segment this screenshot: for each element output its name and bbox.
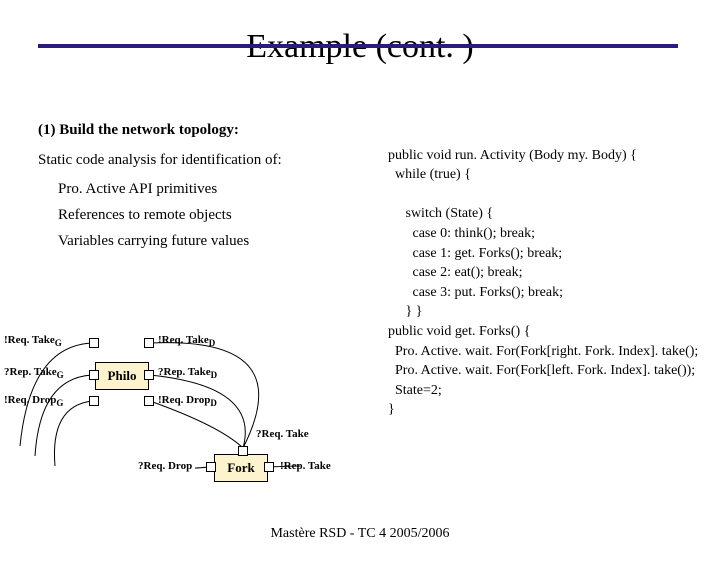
fork-node: Fork [214,454,268,482]
code-line: Pro. Active. wait. For(Fork[left. Fork. … [388,363,695,378]
code-line: case 0: think(); break; [388,226,535,241]
code-line: while (true) { [388,167,471,182]
label-req-take-g: !Req. TakeG [4,334,62,348]
step-heading: (1) Build the network topology: [38,120,368,140]
label-req-take-d: !Req. TakeD [158,334,215,348]
code-line: State=2; [388,383,442,398]
philo-node: Philo [95,362,149,390]
code-line: } [388,402,395,417]
label-req-take: ?Req. Take [256,428,309,440]
bullet-api: Pro. Active API primitives [58,179,368,199]
topology-diagram: Philo Fork !Req. TakeG ?Rep. TakeG !Req.… [0,306,360,496]
code-line: case 1: get. Forks(); break; [388,246,562,261]
port [89,338,99,348]
bullet-refs: References to remote objects [58,205,368,225]
analysis-line: Static code analysis for identification … [38,150,368,170]
header-accent-bar [38,44,678,48]
port [144,370,154,380]
label-rep-take: !Rep. Take [280,460,331,472]
port [206,462,216,472]
code-line: } } [388,304,422,319]
label-rep-take-g: ?Rep. TakeG [4,366,64,380]
port [264,462,274,472]
port [144,338,154,348]
left-column: (1) Build the network topology: Static c… [38,120,368,257]
code-snippet: public void run. Activity (Body my. Body… [388,126,718,420]
code-line: case 2: eat(); break; [388,265,523,280]
code-line: public void get. Forks() { [388,324,530,339]
bullet-futures: Variables carrying future values [58,231,368,251]
label-rep-take-d: ?Rep. TakeD [158,366,217,380]
code-line: public void run. Activity (Body my. Body… [388,148,637,163]
label-req-drop-d: !Req. DropD [158,394,217,408]
port [89,370,99,380]
port [144,396,154,406]
port [238,446,248,456]
port [89,396,99,406]
code-line: Pro. Active. wait. For(Fork[right. Fork.… [388,344,698,359]
label-req-drop-g: !Req. DropG [4,394,63,408]
code-line: case 3: put. Forks(); break; [388,285,563,300]
code-line: switch (State) { [388,206,493,221]
label-req-drop: ?Req. Drop [138,460,192,472]
